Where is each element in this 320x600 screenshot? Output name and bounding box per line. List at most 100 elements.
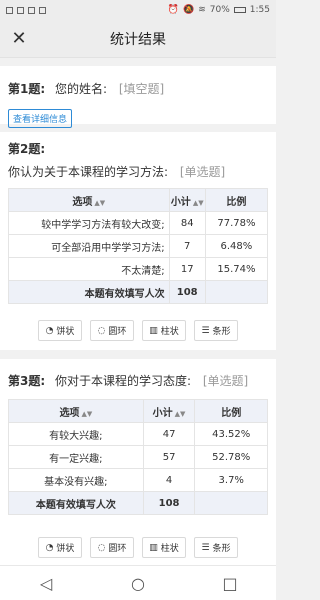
count-cell: 4	[142, 468, 196, 492]
table-row: 有一定兴趣; 57 52.78%	[8, 445, 268, 469]
recents-icon[interactable]: □	[218, 571, 242, 595]
header-ratio: 比例	[204, 188, 269, 212]
table-header-row: 选项 ▲▼ 小计 ▲▼ 比例	[8, 188, 269, 212]
question-2-number-line: 第2题:	[8, 132, 268, 157]
total-value: 108	[142, 491, 196, 515]
header-option-label: 选项	[59, 407, 80, 419]
strip-chart-button[interactable]: ☰ 条形	[194, 537, 238, 558]
ratio-cell: 77.78%	[204, 211, 269, 235]
table-row: 有较大兴趣; 47 43.52%	[8, 422, 268, 446]
count-cell: 47	[142, 422, 196, 446]
question-number: 第3题:	[8, 374, 46, 388]
header-option[interactable]: 选项 ▲▼	[8, 399, 144, 423]
pie-chart-button[interactable]: ◔ 饼状	[38, 537, 82, 558]
title-bar: ✕ 统计结果	[0, 20, 276, 58]
total-label: 本题有效填写人次	[8, 280, 170, 304]
ring-chart-label: 圆环	[108, 544, 127, 554]
status-bar: ⏰ 🔕 ≋ 70% 1:55	[0, 0, 276, 20]
question-2-line: 你认为关于本课程的学习方法: [单选题]	[8, 163, 268, 180]
total-empty	[194, 491, 268, 515]
strip-chart-icon: ☰	[201, 542, 210, 553]
pie-chart-label: 饼状	[56, 544, 75, 554]
header-count[interactable]: 小计 ▲▼	[168, 188, 206, 212]
pie-chart-icon: ◔	[45, 542, 54, 553]
question-text: 你认为关于本课程的学习方法:	[8, 165, 169, 179]
ring-chart-label: 圆环	[108, 327, 127, 337]
ratio-cell: 52.78%	[194, 445, 268, 469]
bar-chart-icon: ▥	[149, 542, 158, 553]
total-row: 本题有效填写人次 108	[8, 280, 269, 304]
option-cell: 有一定兴趣;	[8, 445, 144, 469]
sort-icon[interactable]: ▲▼	[94, 199, 105, 207]
sort-icon[interactable]: ▲▼	[81, 410, 92, 418]
sort-icon[interactable]: ▲▼	[175, 410, 186, 418]
header-count-label: 小计	[170, 196, 191, 208]
view-details-button[interactable]: 查看详细信息	[8, 109, 73, 128]
table-row: 较中学学习方法有较大改变; 84 77.78%	[8, 211, 269, 235]
strip-chart-button[interactable]: ☰ 条形	[194, 320, 238, 341]
question-text: 您的姓名:	[54, 82, 108, 96]
notification-icon	[28, 6, 35, 14]
notification-icon	[6, 6, 13, 14]
question-3: 第3题: 你对于本课程的学习态度: [单选题] 选项 ▲▼ 小计 ▲▼ 比例 有较大…	[0, 359, 276, 565]
battery-icon	[233, 7, 246, 13]
ratio-cell: 15.74%	[204, 257, 269, 281]
wifi-icon: ≋	[198, 5, 206, 15]
total-empty	[204, 280, 269, 304]
ratio-cell: 3.7%	[194, 468, 268, 492]
question-number: 第1题:	[8, 82, 46, 96]
header-ratio: 比例	[194, 399, 268, 423]
header-option[interactable]: 选项 ▲▼	[8, 188, 170, 212]
question-1-line: 第1题: 您的姓名: [填空题]	[8, 66, 268, 97]
option-cell: 有较大兴趣;	[8, 422, 144, 446]
option-cell: 较中学学习方法有较大改变;	[8, 211, 170, 235]
result-table: 选项 ▲▼ 小计 ▲▼ 比例 较中学学习方法有较大改变; 84 77.78% 可全部…	[8, 188, 269, 304]
chart-type-buttons: ◔ 饼状 ◌ 圆环 ▥ 柱状 ☰ 条形	[8, 320, 268, 341]
question-type: [单选题]	[202, 374, 249, 388]
pie-chart-icon: ◔	[45, 325, 54, 336]
table-row: 不太清楚; 17 15.74%	[8, 257, 269, 281]
system-nav-bar: ◁ ○ □	[0, 565, 276, 600]
header-option-label: 选项	[72, 196, 93, 208]
ratio-cell: 43.52%	[194, 422, 268, 446]
chart-type-buttons: ◔ 饼状 ◌ 圆环 ▥ 柱状 ☰ 条形	[8, 537, 268, 558]
pie-chart-button[interactable]: ◔ 饼状	[38, 320, 82, 341]
close-icon[interactable]: ✕	[9, 29, 29, 49]
mute-icon: 🔕	[183, 5, 195, 15]
bar-chart-label: 柱状	[160, 544, 179, 554]
count-cell: 84	[168, 211, 206, 235]
ring-chart-icon: ◌	[97, 542, 106, 553]
table-row: 基本没有兴趣; 4 3.7%	[8, 468, 268, 492]
home-icon[interactable]: ○	[126, 571, 150, 595]
question-2: 第2题: 你认为关于本课程的学习方法: [单选题] 选项 ▲▼ 小计 ▲▼ 比例 较…	[0, 132, 276, 350]
option-cell: 基本没有兴趣;	[8, 468, 144, 492]
question-type: [填空题]	[118, 82, 165, 96]
battery-percent: 70%	[209, 5, 230, 15]
bar-chart-button[interactable]: ▥ 柱状	[142, 320, 186, 341]
notification-icon	[39, 6, 46, 14]
bar-chart-label: 柱状	[160, 327, 179, 337]
question-number: 第2题:	[8, 142, 46, 156]
header-count[interactable]: 小计 ▲▼	[142, 399, 196, 423]
ring-chart-button[interactable]: ◌ 圆环	[90, 320, 134, 341]
question-3-line: 第3题: 你对于本课程的学习态度: [单选题]	[8, 359, 268, 389]
option-cell: 可全部沿用中学学习方法;	[8, 234, 170, 258]
strip-chart-label: 条形	[212, 327, 231, 337]
ring-chart-icon: ◌	[97, 325, 106, 336]
count-cell: 7	[168, 234, 206, 258]
question-1: 第1题: 您的姓名: [填空题] 查看详细信息	[0, 66, 276, 128]
ratio-cell: 6.48%	[204, 234, 269, 258]
clock: 1:55	[249, 5, 270, 15]
strip-chart-icon: ☰	[201, 325, 210, 336]
total-label: 本题有效填写人次	[8, 491, 144, 515]
result-table: 选项 ▲▼ 小计 ▲▼ 比例 有较大兴趣; 47 43.52% 有一定兴趣; 57 …	[8, 399, 268, 515]
total-row: 本题有效填写人次 108	[8, 491, 268, 515]
table-row: 可全部沿用中学学习方法; 7 6.48%	[8, 234, 269, 258]
back-icon[interactable]: ◁	[34, 571, 58, 595]
content[interactable]: 第1题: 您的姓名: [填空题] 查看详细信息 第2题: 你认为关于本课程的学习…	[0, 58, 276, 565]
ring-chart-button[interactable]: ◌ 圆环	[90, 537, 134, 558]
question-text: 你对于本课程的学习态度:	[54, 374, 192, 388]
bar-chart-icon: ▥	[149, 325, 158, 336]
sort-icon[interactable]: ▲▼	[193, 199, 204, 207]
bar-chart-button[interactable]: ▥ 柱状	[142, 537, 186, 558]
